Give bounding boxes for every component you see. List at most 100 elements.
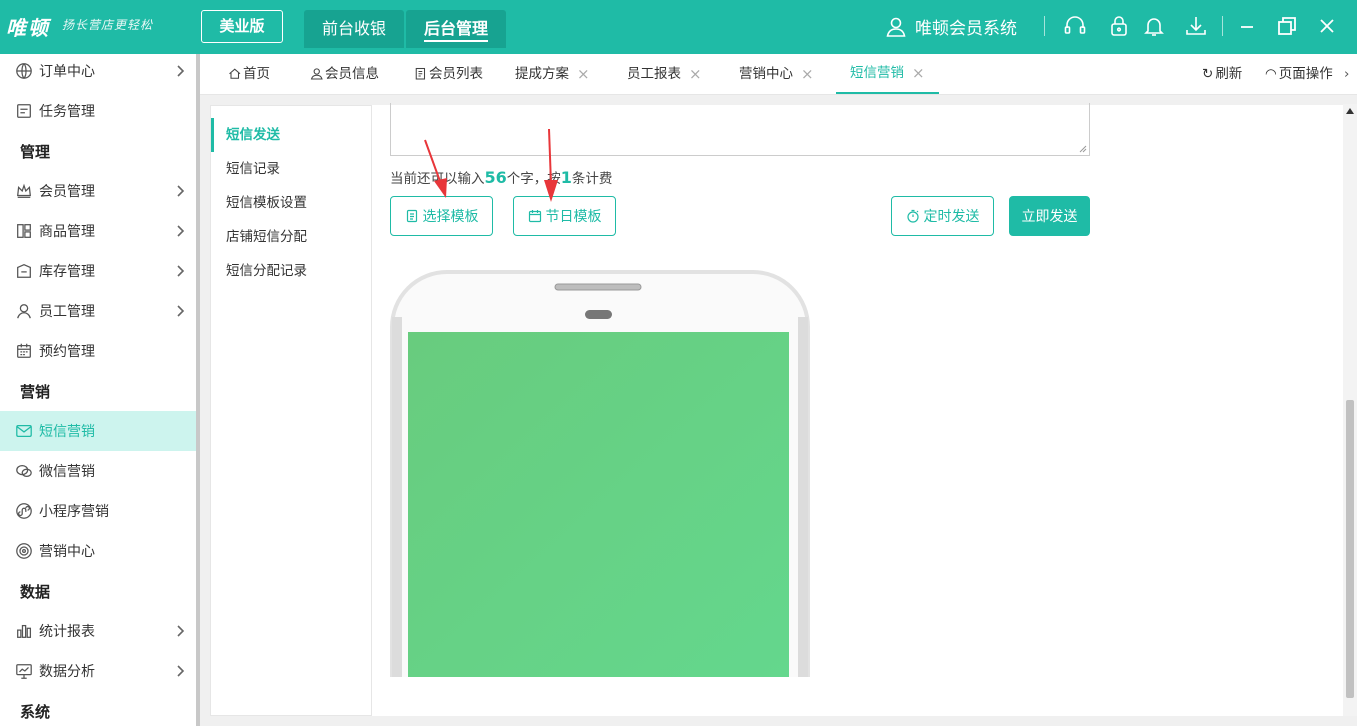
schedule-send-button[interactable]: 定时发送 (891, 196, 994, 236)
sidebar-item[interactable]: 统计报表 (0, 611, 196, 651)
submenu-item[interactable]: 短信记录 (211, 152, 371, 186)
scrollbar-thumb[interactable] (1346, 400, 1354, 698)
home-icon (229, 68, 241, 79)
refresh-icon: ↻ (1202, 66, 1214, 82)
person-icon (310, 67, 323, 80)
sidebar-item[interactable]: 微信营销 (0, 451, 196, 491)
crown-icon (16, 183, 32, 198)
mail-icon (16, 424, 32, 438)
tabs-scroll-right-icon[interactable]: › (1344, 54, 1349, 94)
tab-label: 提成方案 (515, 66, 569, 82)
sidebar-item-icon (14, 61, 34, 81)
target-icon (16, 543, 32, 559)
sidebar-item-icon (14, 461, 34, 481)
close-icon[interactable] (1314, 13, 1340, 39)
content-scrollbar[interactable] (1343, 104, 1357, 716)
sidebar-item[interactable]: 数据分析 (0, 651, 196, 691)
tab-item[interactable]: 提成方案 × (515, 54, 590, 94)
scroll-up-icon[interactable] (1346, 108, 1354, 114)
tab-item[interactable]: 员工报表 × (627, 54, 702, 94)
sidebar-item-icon (14, 101, 34, 121)
chevron-right-icon (177, 185, 185, 197)
restore-icon[interactable] (1274, 13, 1300, 39)
lock-icon[interactable] (1106, 13, 1132, 39)
refresh-button[interactable]: ↻ 刷新 (1202, 54, 1242, 94)
sidebar-item[interactable]: 任务管理 (0, 91, 196, 131)
page-ops-label: 页面操作 (1278, 66, 1333, 82)
send-now-button[interactable]: 立即发送 (1009, 196, 1090, 236)
tab-item[interactable]: 首页 (228, 54, 270, 94)
sidebar-item-label: 会员管理 (39, 184, 95, 200)
main-area: 短信发送 短信记录 短信模板设置 店铺短信分配 短信分配记录 当前还可以输入56个字，按… (200, 95, 1357, 726)
page-ops-icon: ◠ (1265, 66, 1277, 82)
list-icon (415, 67, 426, 80)
tab-item[interactable]: 营销中心 × (739, 54, 814, 94)
submenu-item[interactable]: 店铺短信分配 (211, 220, 371, 254)
tab-close-icon[interactable]: × (577, 54, 590, 94)
chevron-right-icon (177, 305, 185, 317)
submenu-item[interactable]: 短信模板设置 (211, 186, 371, 220)
sidebar-item-icon (14, 181, 34, 201)
tabs-bar: ↻ 刷新 ◠ 页面操作 › 首页 会员信息 会员列表 提成方案 × 员工报表 × 营销中心 × 短信营… (200, 54, 1357, 95)
bell-icon[interactable] (1141, 13, 1167, 39)
slogan: 扬长营店更轻松 (62, 18, 154, 32)
sidebar-item-label: 小程序营销 (39, 504, 109, 520)
divider (1044, 16, 1045, 36)
schedule-send-label: 定时发送 (923, 209, 980, 225)
system-account[interactable]: 唯顿会员系统 (885, 14, 1017, 39)
sidebar-item-icon (14, 221, 34, 241)
sidebar-item-label: 统计报表 (39, 624, 95, 640)
page-ops-button[interactable]: ◠ 页面操作 (1265, 54, 1333, 94)
tab-close-icon[interactable]: × (689, 54, 702, 94)
sidebar-item[interactable]: 库存管理 (0, 251, 196, 291)
submenu-item[interactable]: 短信发送 (211, 118, 371, 152)
hint-prefix: 当前还可以输入 (390, 171, 485, 187)
analysis-icon (16, 664, 32, 679)
miniapp-icon (16, 503, 32, 519)
sidebar-item[interactable]: 预约管理 (0, 331, 196, 371)
divider (1222, 16, 1223, 36)
calendar-icon (17, 343, 31, 358)
sms-submenu: 短信发送 短信记录 短信模板设置 店铺短信分配 短信分配记录 (210, 105, 372, 716)
tab-item[interactable]: 会员信息 (310, 54, 379, 94)
chevron-right-icon (177, 625, 185, 637)
sms-textarea[interactable] (390, 103, 1090, 156)
chevron-right-icon (177, 65, 185, 77)
sidebar-item[interactable]: 短信营销 (0, 411, 196, 451)
sidebar-item-icon (14, 501, 34, 521)
sidebar-item[interactable]: 员工管理 (0, 291, 196, 331)
bar-chart-icon (17, 624, 32, 638)
sidebar-item-label: 短信营销 (39, 424, 95, 440)
tab-close-icon[interactable]: × (912, 53, 925, 93)
sidebar-item-icon (14, 261, 34, 281)
hint-suffix: 条计费 (571, 171, 613, 187)
system-name: 唯顿会员系统 (915, 19, 1017, 39)
sidebar-item[interactable]: 商品管理 (0, 211, 196, 251)
sidebar-item-label: 预约管理 (39, 344, 95, 360)
sidebar-item[interactable]: 小程序营销 (0, 491, 196, 531)
sidebar-item-icon (14, 301, 34, 321)
module-tab-cashier[interactable]: 前台收银 (304, 10, 404, 48)
headset-icon[interactable] (1062, 13, 1088, 39)
edition-badge[interactable]: 美业版 (201, 10, 283, 43)
sms-content: 当前还可以输入56个字，按1条计费 选择模板 节日模板 定时发送 立即发送 (372, 103, 1357, 716)
holiday-template-button[interactable]: 节日模板 (513, 196, 616, 236)
tab-item[interactable]: 短信营销 × (836, 54, 939, 94)
sidebar-item[interactable]: 订单中心 (0, 54, 196, 91)
tab-item[interactable]: 会员列表 (414, 54, 483, 94)
submenu-item[interactable]: 短信分配记录 (211, 254, 371, 288)
sidebar-heading: 营销 (20, 383, 51, 401)
calendar-icon (528, 210, 541, 223)
tab-close-icon[interactable]: × (801, 54, 814, 94)
phone-preview (390, 270, 810, 677)
tab-label: 会员列表 (429, 66, 483, 82)
module-tab-backend[interactable]: 后台管理 (406, 10, 506, 48)
sidebar-heading: 系统 (20, 703, 51, 721)
sidebar-item-icon (14, 661, 34, 681)
minimize-icon[interactable] (1234, 13, 1260, 39)
download-icon[interactable] (1183, 13, 1209, 39)
sidebar-item[interactable]: 会员管理 (0, 171, 196, 211)
sidebar-item[interactable]: 营销中心 (0, 531, 196, 571)
resize-handle-icon[interactable] (1079, 145, 1087, 153)
choose-template-button[interactable]: 选择模板 (390, 196, 493, 236)
